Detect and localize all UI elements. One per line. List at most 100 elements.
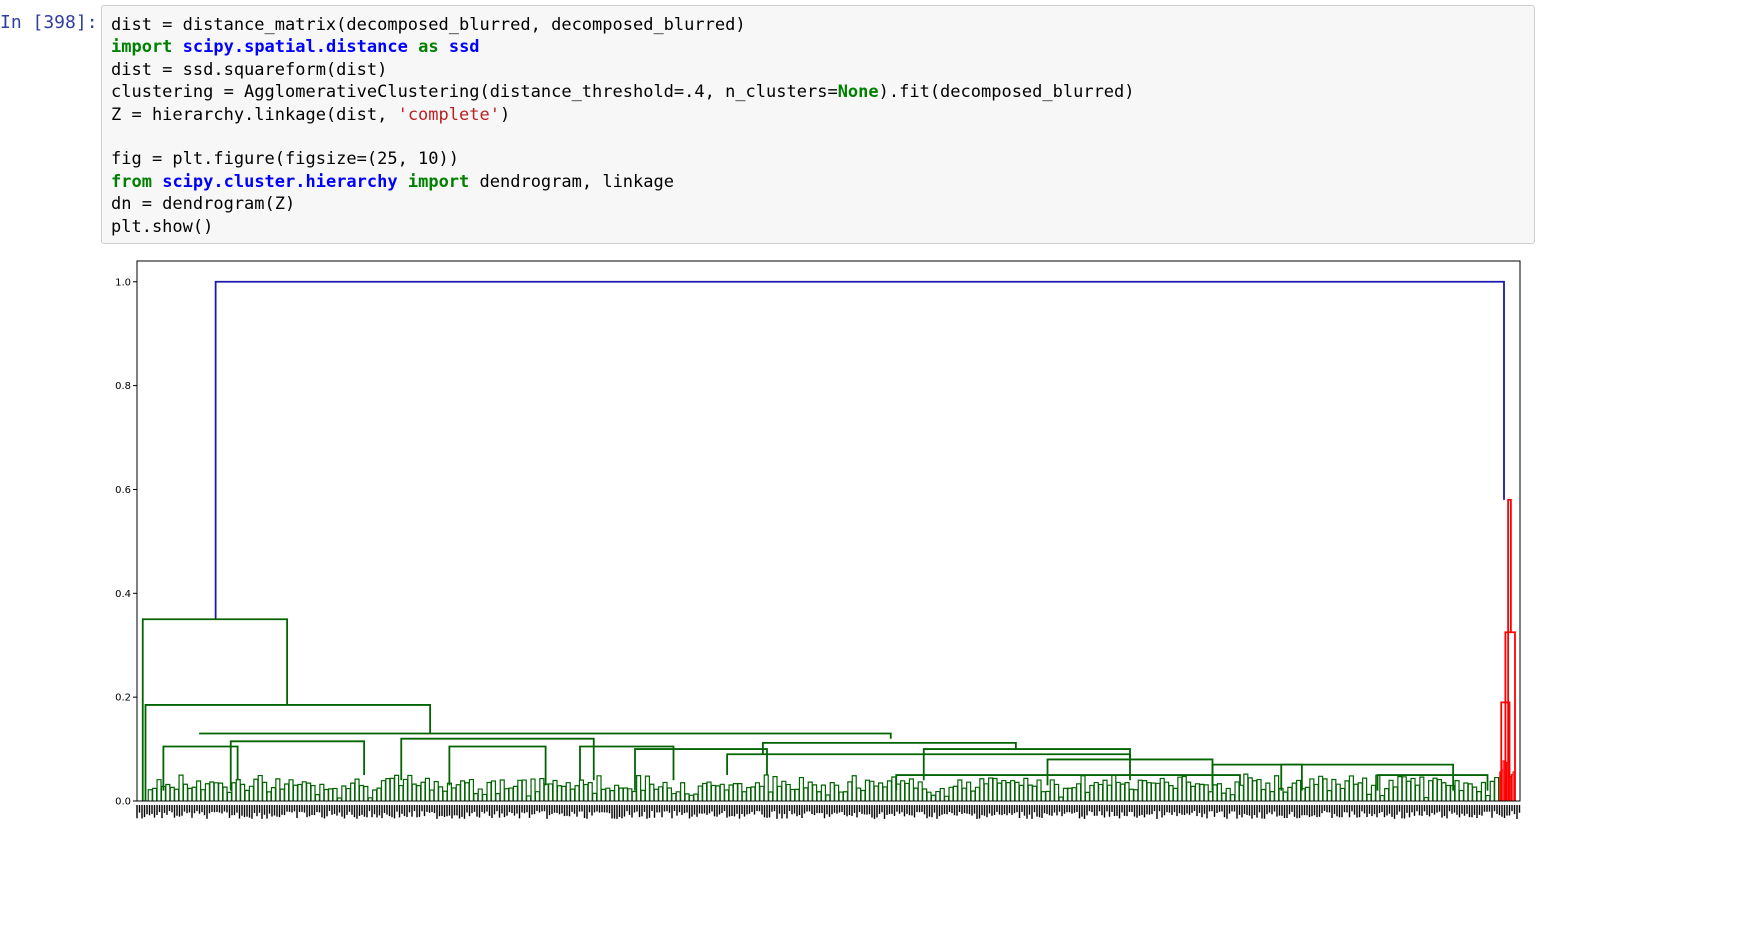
dendrogram-leaf-link bbox=[288, 779, 294, 801]
dendrogram-leaf-link bbox=[411, 783, 417, 801]
dendrogram-leaf-link bbox=[429, 789, 435, 801]
dendrogram-leaf-link bbox=[486, 781, 492, 801]
dendrogram-leaf-link bbox=[446, 782, 453, 801]
dendrogram-leaf-link bbox=[693, 793, 699, 801]
dendrogram-leaf-link bbox=[1058, 796, 1064, 801]
dendrogram-leaf-link bbox=[231, 782, 237, 801]
dendrogram-leaf-link bbox=[1203, 784, 1209, 801]
dendrogram-leaf-link bbox=[191, 786, 197, 801]
dendrogram-leaf-link bbox=[1269, 791, 1275, 801]
dendrogram-leaf-link bbox=[1287, 786, 1293, 801]
dendrogram-link bbox=[400, 737, 595, 781]
dendrogram-leaf-link bbox=[1186, 781, 1192, 801]
dendrogram-leaf-link bbox=[319, 783, 325, 801]
dendrogram-leaf-link bbox=[1115, 781, 1121, 801]
dendrogram-leaf-link bbox=[354, 778, 360, 801]
code-editor[interactable]: dist = distance_matrix(decomposed_blurre… bbox=[111, 14, 1135, 238]
dendrogram-leaf-link bbox=[587, 782, 593, 801]
dendrogram-leaf-link bbox=[834, 784, 840, 801]
dendrogram-leaf-link bbox=[605, 787, 611, 801]
dendrogram-leaf-link bbox=[1410, 777, 1416, 801]
dendrogram-leaf-link bbox=[385, 778, 391, 801]
code-token: clustering = AgglomerativeClustering(dis… bbox=[111, 82, 838, 103]
dendrogram-leaf-link bbox=[860, 789, 866, 801]
dendrogram-leaf-link bbox=[433, 780, 439, 801]
code-line: dist = ssd.squareform(dist) bbox=[111, 59, 1135, 81]
dendrogram-leaf-link bbox=[284, 783, 290, 801]
y-tick-label: 0.0 bbox=[115, 797, 131, 808]
dendrogram-leaf-link bbox=[1164, 781, 1170, 801]
dendrogram-leaf-link bbox=[178, 774, 184, 801]
dendrogram-leaf-link bbox=[477, 788, 483, 801]
dendrogram-leaf-link bbox=[279, 788, 285, 801]
dendrogram-leaf-link bbox=[1401, 776, 1407, 801]
dendrogram-leaf-link bbox=[1397, 776, 1403, 801]
dendrogram-leaf-link bbox=[1265, 782, 1271, 801]
code-token: dn = dendrogram(Z) bbox=[111, 194, 296, 215]
dendrogram-leaf-link bbox=[468, 778, 475, 801]
code-cell-input[interactable]: dist = distance_matrix(decomposed_blurre… bbox=[101, 5, 1535, 244]
dendrogram-leaf-link bbox=[1463, 782, 1469, 801]
code-token: 'complete' bbox=[397, 104, 500, 125]
dendrogram-leaf-link bbox=[1155, 782, 1161, 801]
dendrogram-leaf-link bbox=[636, 774, 642, 801]
dendrogram-leaf-link bbox=[702, 782, 708, 801]
dendrogram-leaf-link bbox=[1137, 779, 1143, 801]
dendrogram-leaf-link bbox=[622, 787, 629, 801]
dendrogram-leaf-link bbox=[1392, 786, 1399, 801]
dendrogram-leaf-link bbox=[394, 774, 400, 801]
dendrogram-leaf-link bbox=[517, 779, 523, 801]
dendrogram-leaf-link bbox=[1247, 777, 1253, 801]
dendrogram-leaf-link bbox=[882, 786, 888, 801]
y-tick-label: 1.0 bbox=[115, 277, 131, 288]
dendrogram-leaf-link bbox=[253, 778, 259, 801]
dendrogram-leaf-link bbox=[416, 784, 422, 801]
dendrogram-leaf-link bbox=[1216, 783, 1223, 801]
dendrogram-leaf-link bbox=[306, 782, 312, 801]
dendrogram-leaf-link bbox=[389, 777, 395, 801]
dendrogram-leaf-link bbox=[785, 783, 791, 801]
dendrogram-leaf-link bbox=[820, 784, 827, 801]
y-tick-label: 0.2 bbox=[115, 693, 131, 704]
dendrogram-leaf-link bbox=[442, 790, 448, 801]
dendrogram-leaf-link bbox=[1274, 775, 1280, 801]
code-token: ) bbox=[499, 104, 511, 125]
dendrogram-leaf-link bbox=[1489, 780, 1495, 801]
dendrogram-leaf-link bbox=[1102, 779, 1108, 801]
dendrogram-leaf-link bbox=[1124, 782, 1130, 801]
dendrogram-leaf-link bbox=[402, 778, 409, 801]
dendrogram-leaf-link bbox=[869, 780, 875, 801]
dendrogram-leaf-link bbox=[1326, 790, 1333, 801]
dendrogram-leaf-link bbox=[1366, 793, 1372, 801]
dendrogram-leaf-link bbox=[1027, 784, 1033, 801]
dendrogram-leaf-link bbox=[372, 789, 378, 801]
y-tick-label: 0.4 bbox=[115, 589, 131, 600]
dendrogram-leaf-link bbox=[671, 792, 677, 801]
dendrogram-leaf-link bbox=[988, 777, 994, 801]
dendrogram-leaf-link bbox=[583, 783, 589, 801]
dendrogram-leaf-link bbox=[328, 788, 334, 801]
dendrogram-leaf-link bbox=[310, 784, 316, 801]
dendrogram-leaf-link bbox=[473, 793, 479, 801]
dendrogram-leaf-link bbox=[631, 790, 637, 801]
dendrogram-leaf-link bbox=[1040, 791, 1047, 801]
code-token: ssd bbox=[448, 37, 480, 58]
dendrogram-leaf-link bbox=[1181, 775, 1187, 801]
dendrogram-leaf-link bbox=[1168, 785, 1174, 801]
dendrogram-leaf-link bbox=[644, 775, 651, 801]
dendrogram-leaf-link bbox=[684, 793, 690, 801]
dendrogram-leaf-link bbox=[851, 775, 857, 801]
dendrogram-leaf-link bbox=[574, 785, 580, 801]
dendrogram-leaf-link bbox=[1414, 784, 1421, 801]
dendrogram-leaf-link bbox=[196, 780, 202, 801]
dendrogram-leaf-link bbox=[979, 778, 985, 801]
dendrogram-leaf-link bbox=[640, 789, 646, 801]
dendrogram-leaf-link bbox=[1054, 783, 1060, 801]
dendrogram-leaf-link bbox=[1238, 784, 1245, 801]
dendrogram-leaf-link bbox=[952, 785, 959, 801]
dendrogram-leaf-link bbox=[856, 787, 862, 801]
dendrogram-leaf-link bbox=[187, 787, 193, 801]
dendrogram-leaf-link bbox=[1142, 780, 1148, 801]
dendrogram-leaf-link bbox=[750, 786, 756, 801]
dendrogram-leaf-link bbox=[1133, 789, 1139, 801]
